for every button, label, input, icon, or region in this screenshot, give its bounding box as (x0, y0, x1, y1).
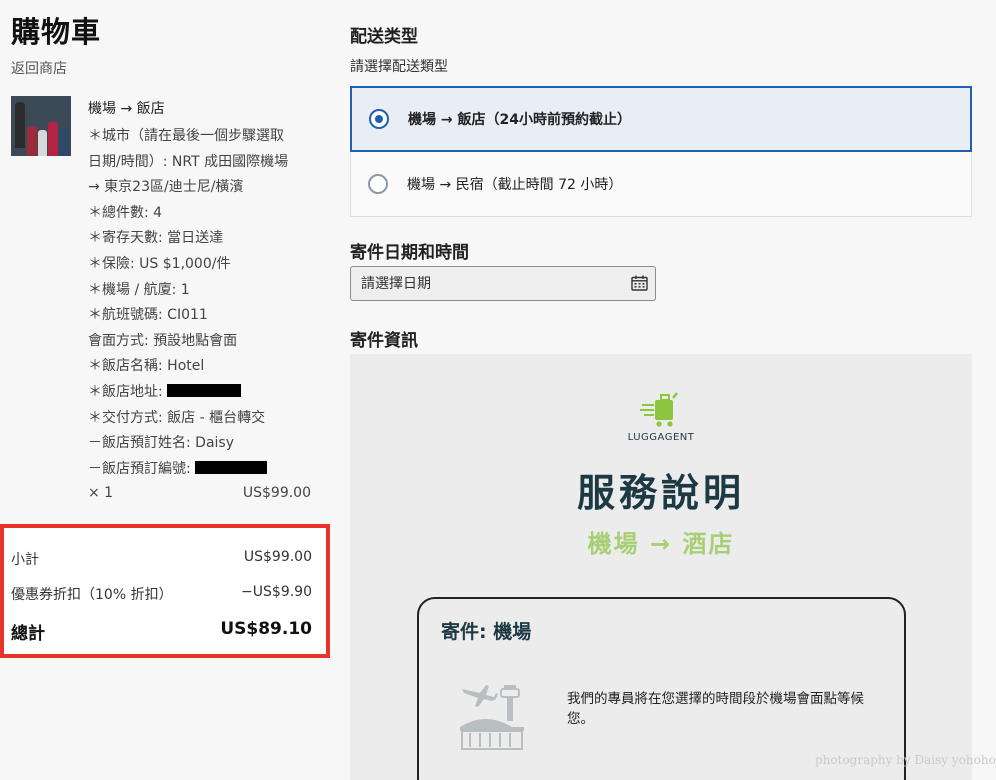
subtotal-value: US$99.00 (243, 549, 312, 565)
subtotal-label: 小計 (11, 552, 39, 568)
sender-info-heading: 寄件資訊 (350, 331, 418, 351)
item-option: ＊飯店名稱: Hotel (88, 358, 205, 375)
item-option: ＊航班號碼: CI011 (88, 307, 208, 324)
delivery-form: 配送类型 請選擇配送類型 機場 → 飯店（24小時前預約截止） 機場 → 民宿（… (350, 0, 996, 780)
service-subtitle: 機場 → 酒店 (587, 530, 735, 558)
discount-row: 優惠券折扣（10% 折扣） −US$9.90 (11, 584, 312, 604)
total-label: 總計 (11, 624, 45, 644)
delivery-type-heading: 配送类型 (350, 27, 418, 47)
radio-button-icon[interactable] (368, 174, 388, 194)
redaction-bar (195, 460, 268, 474)
page-title: 購物車 (11, 15, 102, 49)
service-title: 服務說明 (576, 471, 745, 515)
brand-logo-text: LUGGAGENT (627, 432, 695, 443)
cart-panel: 購物車 返回商店 機場 → 飯店 ＊城市（請在最後一個步驟選取 日期/時間）: … (0, 0, 330, 780)
item-option: ＊城市（請在最後一個步驟選取 (88, 128, 284, 144)
radio-button-icon[interactable] (369, 109, 389, 129)
luggage-cart-logo-icon (640, 392, 678, 427)
delivery-option-airport-bnb[interactable]: 機場 → 民宿（截止時間 72 小時） (350, 152, 972, 217)
item-quantity-row: × 1 US$99.00 (88, 485, 311, 501)
delivery-option-label: 機場 → 飯店（24小時前預約截止） (408, 112, 631, 128)
delivery-option-label: 機場 → 民宿（截止時間 72 小時） (407, 177, 623, 193)
item-option: ＊機場 / 航廈: 1 (88, 281, 190, 298)
delivery-option-airport-hotel[interactable]: 機場 → 飯店（24小時前預約截止） (350, 86, 972, 152)
item-option: ＊總件數: 4 (88, 204, 163, 221)
service-info-panel: LUGGAGENT 服務說明 機場 → 酒店 寄件: 機場 我們的專員將在您選擇… (350, 354, 972, 780)
item-quantity: × 1 (88, 485, 114, 501)
item-option: → 東京23區/迪士尼/橫濱 (88, 179, 244, 196)
subtotal-row: 小計 US$99.00 (11, 549, 312, 569)
item-price: US$99.00 (242, 485, 311, 501)
photo-watermark: photography by Daisy yohoho (815, 753, 996, 767)
card-description: 我們的專員將在您選擇的時間段於機場會面點等候您。 (567, 691, 864, 727)
total-value: US$89.10 (220, 619, 312, 639)
discount-label: 優惠券折扣（10% 折扣） (11, 587, 173, 603)
item-option: 會面方式: 預設地點會面 (88, 332, 238, 349)
item-option: 日期/時間）: NRT 成田國際機場 (88, 153, 289, 170)
item-option-booking-number: －飯店預訂編號: (88, 457, 313, 483)
back-to-shop-link[interactable]: 返回商店 (11, 58, 67, 78)
date-heading: 寄件日期和時間 (350, 243, 469, 263)
discount-value: −US$9.90 (241, 584, 312, 600)
delivery-type-prompt: 請選擇配送類型 (350, 59, 448, 75)
card-title: 寄件: 機場 (441, 621, 532, 643)
item-option: ＊寄存天數: 當日送達 (88, 230, 224, 247)
cart-item: 機場 → 飯店 ＊城市（請在最後一個步驟選取 日期/時間）: NRT 成田國際機… (88, 99, 313, 482)
date-picker-input[interactable] (350, 266, 656, 301)
product-thumbnail[interactable] (11, 96, 71, 156)
total-row: 總計 US$89.10 (11, 619, 312, 644)
redaction-bar (167, 383, 242, 397)
item-option: ＊保險: US $1,000/件 (88, 255, 231, 272)
item-option-address: ＊飯店地址: (88, 380, 313, 406)
item-option: ＊交付方式: 飯店 - 櫃台轉交 (88, 409, 266, 426)
delivery-type-radio-group: 機場 → 飯店（24小時前預約截止） 機場 → 民宿（截止時間 72 小時） (350, 86, 972, 217)
airport-plane-icon (460, 685, 524, 750)
item-option: －飯店預訂姓名: Daisy (88, 435, 234, 452)
calendar-icon[interactable] (631, 275, 648, 291)
item-name[interactable]: 機場 → 飯店 (88, 99, 313, 119)
order-totals-box: 小計 US$99.00 優惠券折扣（10% 折扣） −US$9.90 總計 US… (0, 524, 330, 658)
